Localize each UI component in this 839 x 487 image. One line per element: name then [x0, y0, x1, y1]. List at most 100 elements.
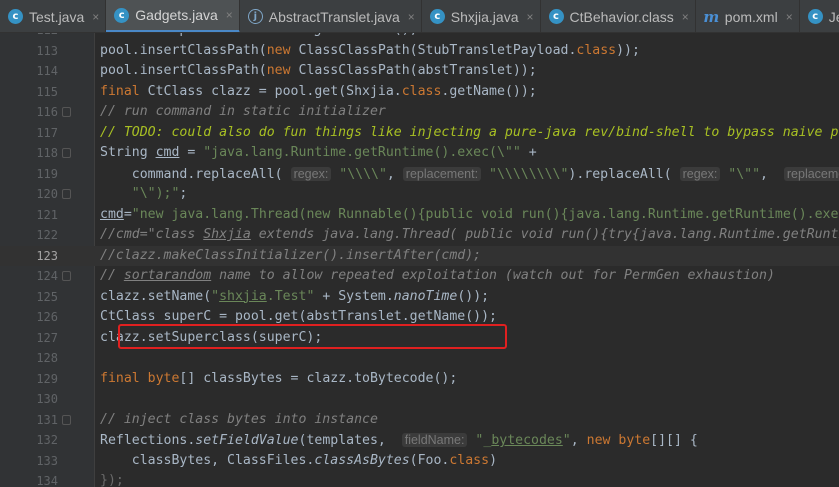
code-token: + System.	[314, 288, 394, 304]
line-number: 115	[36, 84, 58, 99]
line-number: 120	[36, 187, 58, 201]
code-token: ClassPool pool = ClassPool.	[100, 33, 314, 37]
code-token: .Test"	[266, 288, 315, 304]
code-token: clazz.setName(	[100, 288, 212, 304]
code-token: bytecodes	[491, 433, 563, 448]
code-token: new	[266, 42, 299, 58]
code-line[interactable]: 114 pool.insertClassPath(new ClassClassPa…	[0, 61, 839, 82]
line-number: 132	[36, 433, 58, 447]
tab-label: AbstractTranslet.java	[268, 8, 400, 25]
tab-gadgets-java[interactable]: c Gadgets.java ×	[106, 0, 240, 32]
fold-marker-icon[interactable]	[62, 189, 71, 199]
tab-ctbehavior-class[interactable]: c CtBehavior.class ×	[541, 0, 696, 32]
class-icon: c	[429, 9, 445, 24]
java-file-icon: j	[247, 9, 263, 24]
code-line[interactable]: 119 command.replaceAll( regex: "\\\\", r…	[0, 164, 839, 185]
fold-marker-icon[interactable]	[62, 107, 71, 117]
code-token: CtClass clazz = pool.get(Shxjia.	[147, 83, 402, 99]
code-line[interactable]: 131 // inject class bytes into instance	[0, 410, 839, 431]
code-line[interactable]: 123 //clazz.makeClassInitializer().insert…	[0, 245, 839, 266]
code-token: ).replaceAll(	[568, 166, 680, 182]
close-tab-icon[interactable]: ×	[226, 8, 233, 22]
code-token: ));	[616, 42, 640, 58]
code-line[interactable]: 121 cmd="new java.lang.Thread(new Runnabl…	[0, 205, 839, 226]
code-line[interactable]: 125 clazz.setName("shxjia.Test" + System.…	[0, 287, 839, 308]
close-tab-icon[interactable]: ×	[526, 10, 533, 24]
code-line[interactable]: 118 String cmd = "java.lang.Runtime.getRu…	[0, 143, 839, 164]
code-line[interactable]: 134});	[0, 471, 839, 487]
code-line[interactable]: 112 ClassPool pool = ClassPool.getDefault…	[0, 33, 839, 41]
code-token: new	[266, 63, 299, 78]
code-token: "\\\\\\\\"	[489, 166, 569, 182]
code-line[interactable]: 130	[0, 389, 839, 410]
code-line[interactable]: 116 // run command in static initializer	[0, 102, 839, 123]
tab-label: Gadgets.java	[135, 7, 218, 23]
code-token: "\\\\"	[339, 166, 387, 182]
code-token: });	[100, 473, 124, 487]
code-token: String	[100, 145, 156, 160]
code-line[interactable]: 115 final CtClass clazz = pool.get(Shxjia…	[0, 82, 839, 103]
close-tab-icon[interactable]: ×	[786, 10, 793, 24]
code-token: ,	[760, 166, 784, 182]
line-number: 126	[36, 310, 58, 324]
code-text: "\");";	[100, 184, 188, 205]
fold-marker-icon[interactable]	[62, 148, 71, 158]
line-number: 117	[36, 125, 58, 140]
tab-test-java[interactable]: c Test.java ×	[0, 0, 107, 32]
line-number: 116	[36, 105, 58, 119]
code-token: (templates,	[298, 433, 402, 448]
code-line[interactable]: 117 // TODO: could also do fun things lik…	[0, 123, 839, 144]
code-token: classBytes, ClassFiles.	[100, 452, 315, 468]
line-number: 112	[0, 33, 58, 41]
code-token: class	[449, 452, 490, 468]
parameter-hint: replacement:	[402, 166, 482, 181]
tab-shxjia-java[interactable]: c Shxjia.java ×	[422, 0, 541, 32]
tab-jenkin[interactable]: c Jenkin	[800, 0, 839, 32]
code-line[interactable]: 132 Reflections.setFieldValue(templates, …	[0, 430, 839, 451]
code-token: sortarandom	[123, 268, 212, 283]
code-token: //cmd="class	[100, 227, 204, 242]
parameter-hint: replaceme	[783, 166, 839, 181]
close-tab-icon[interactable]: ×	[682, 10, 689, 24]
code-token: =	[179, 145, 204, 160]
code-token: ClassClassPath(StubTransletPayload.	[298, 42, 577, 58]
class-icon: c	[548, 9, 564, 24]
code-line[interactable]: 124 // sortarandom name to allow repeated…	[0, 266, 839, 287]
close-tab-icon[interactable]: ×	[408, 10, 415, 24]
code-token: shxjia	[219, 288, 267, 304]
tab-pom-xml[interactable]: m pom.xml ×	[696, 0, 800, 32]
code-text: clazz.setName("shxjia.Test" + System.nan…	[100, 287, 489, 308]
line-number: 130	[36, 392, 58, 406]
code-text: String cmd = "java.lang.Runtime.getRunti…	[100, 143, 537, 164]
code-token: getDefault	[314, 33, 393, 37]
code-line[interactable]: 122 //cmd="class Shxjia extends java.lang…	[0, 225, 839, 246]
fold-marker-icon[interactable]	[62, 414, 71, 425]
code-line[interactable]: 133 classBytes, ClassFiles.classAsBytes(…	[0, 451, 839, 472]
close-tab-icon[interactable]: ×	[92, 10, 99, 24]
code-lines: 112 ClassPool pool = ClassPool.getDefault…	[0, 33, 839, 487]
code-token: ,	[570, 433, 587, 448]
code-token: CtClass superC = pool.get(abstTranslet.g…	[100, 309, 497, 324]
parameter-hint: regex:	[290, 166, 332, 181]
code-text: // inject class bytes into instance	[100, 410, 378, 431]
tab-label: Shxjia.java	[450, 8, 519, 25]
code-text: // TODO: could also do fun things like i…	[100, 123, 839, 144]
code-line[interactable]: 120 "\");";	[0, 184, 839, 205]
code-token: //clazz.makeClassInitializer().insertAft…	[100, 247, 482, 263]
code-token: pool.insertClassPath(	[100, 63, 267, 78]
tab-abstracttranslet-java[interactable]: j AbstractTranslet.java ×	[240, 0, 422, 32]
code-line[interactable]: 129 final byte[] classBytes = clazz.toByt…	[0, 369, 839, 390]
code-token: command.replaceAll(	[100, 166, 291, 182]
fold-marker-icon[interactable]	[62, 271, 71, 281]
code-text: //cmd="class Shxjia extends java.lang.Th…	[100, 225, 839, 246]
code-editor[interactable]: 112 ClassPool pool = ClassPool.getDefault…	[0, 33, 839, 487]
class-icon: c	[114, 7, 130, 23]
code-line[interactable]: 128	[0, 348, 839, 369]
code-text: command.replaceAll( regex: "\\\\", repla…	[100, 164, 839, 186]
line-number: 123	[36, 248, 58, 263]
code-token: nanoTime	[393, 288, 458, 304]
code-line[interactable]: 113 pool.insertClassPath(new ClassClassPa…	[0, 41, 839, 62]
code-token: final	[100, 83, 148, 99]
